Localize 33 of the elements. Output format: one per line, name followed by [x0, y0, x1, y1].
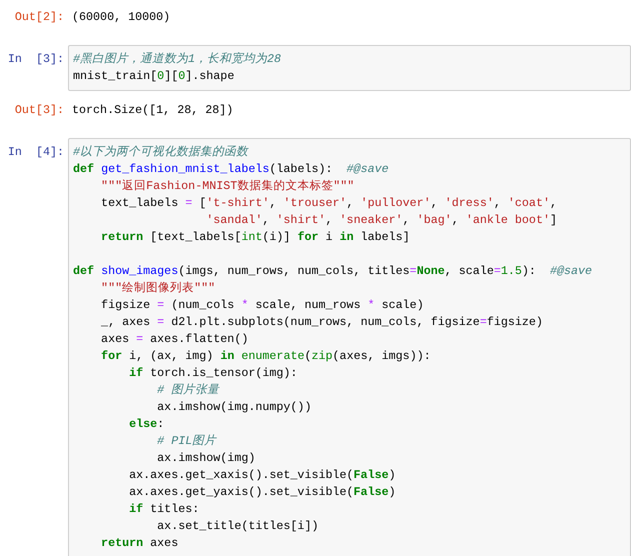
- code-line: ax.axes.get_xaxis().set_visible(False): [128, 467, 396, 484]
- input-prompt: In [4]:: [6, 144, 65, 161]
- code-line: return [text_labels[int(i)] for i in labels]: [100, 229, 410, 246]
- code-line: #以下为两个可视化数据集的函数: [73, 144, 248, 161]
- code-line: ax.imshow(img.numpy()): [156, 399, 312, 416]
- code-line: def get_fashion_mnist_labels(labels): #@save: [73, 161, 389, 178]
- code-line: axes = axes.flatten(): [100, 331, 248, 348]
- code-line: if torch.is_tensor(img):: [128, 365, 298, 382]
- code-line: """绘制图像列表""": [100, 280, 216, 297]
- input-prompt: In [3]:: [6, 51, 65, 68]
- code-line: if titles:: [128, 501, 200, 518]
- code-line: _, axes = d2l.plt.subplots(num_rows, num_cols, figsize=figsize): [100, 314, 543, 331]
- code-line: return axes: [100, 535, 178, 552]
- code-cell[interactable]: #黑白图片，通道数为1，长和宽均为28 mnist_train[0][0].shape: [68, 45, 631, 91]
- code-line: text_labels = ['t-shirt', 'trouser', 'pullover', 'dress', 'coat',: [100, 195, 557, 212]
- code-line: def show_images(imgs, num_rows, num_cols, titles=None, scale=1.5): #@save: [73, 263, 592, 280]
- output-text: torch.Size([1, 28, 28]): [71, 102, 234, 119]
- code-line: 'sandal', 'shirt', 'sneaker', 'bag', 'ankle boot']: [205, 212, 557, 229]
- code-line: ax.set_title(titles[i]): [156, 518, 318, 535]
- code-line: for i, (ax, img) in enumerate(zip(axes, imgs)):: [100, 348, 431, 365]
- code-line: else:: [128, 416, 164, 433]
- code-cell[interactable]: [68, 138, 631, 556]
- code-line: #黑白图片，通道数为1，长和宽均为28: [73, 51, 282, 68]
- code-line: # PIL图片: [156, 433, 216, 450]
- code-line: ax.imshow(img): [156, 450, 256, 467]
- code-line: figsize = (num_cols * scale, num_rows * scale): [100, 297, 424, 314]
- code-line: # 图片张量: [156, 382, 220, 399]
- code-line: ax.axes.get_yaxis().set_visible(False): [128, 484, 396, 501]
- code-line: mnist_train[0][0].shape: [73, 68, 234, 85]
- output-prompt: Out[2]:: [14, 9, 65, 26]
- output-text: (60000, 10000): [71, 9, 172, 26]
- output-prompt: Out[3]:: [14, 102, 65, 119]
- code-line: """返回Fashion-MNIST数据集的文本标签""": [100, 178, 354, 195]
